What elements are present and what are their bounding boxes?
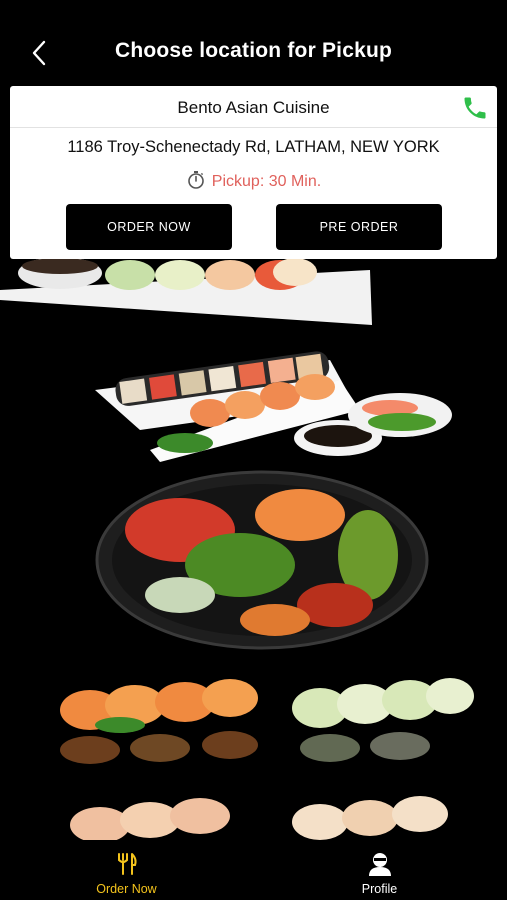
- location-card: Bento Asian Cuisine 1186 Troy-Schenectad…: [10, 86, 497, 259]
- restaurant-name: Bento Asian Cuisine: [177, 98, 330, 117]
- order-now-button[interactable]: ORDER NOW: [66, 204, 232, 250]
- tab-profile-label: Profile: [361, 882, 398, 896]
- sushi-background-image: [0, 257, 474, 840]
- divider: [10, 127, 497, 128]
- user-icon: [368, 853, 391, 876]
- header: Choose location for Pickup: [0, 0, 507, 86]
- pickup-time-label: Pickup: 30 Min.: [211, 173, 322, 190]
- phone-icon: [464, 97, 486, 119]
- restaurant-address: 1186 Troy-Schenectady Rd, LATHAM, NEW YO…: [67, 138, 440, 156]
- tab-order-now[interactable]: Order Now: [0, 840, 253, 900]
- bottom-tab-bar: Order Now Profile: [0, 840, 507, 900]
- pickup-time: Pickup: 30 Min.: [10, 170, 497, 191]
- tab-profile[interactable]: Profile: [253, 840, 506, 900]
- pre-order-button[interactable]: PRE ORDER: [276, 204, 442, 250]
- tab-order-now-label: Order Now: [96, 882, 157, 896]
- cutlery-icon: [117, 853, 137, 875]
- stopwatch-icon: [187, 171, 204, 189]
- call-button[interactable]: [461, 94, 489, 122]
- page-title: Choose location for Pickup: [114, 39, 393, 62]
